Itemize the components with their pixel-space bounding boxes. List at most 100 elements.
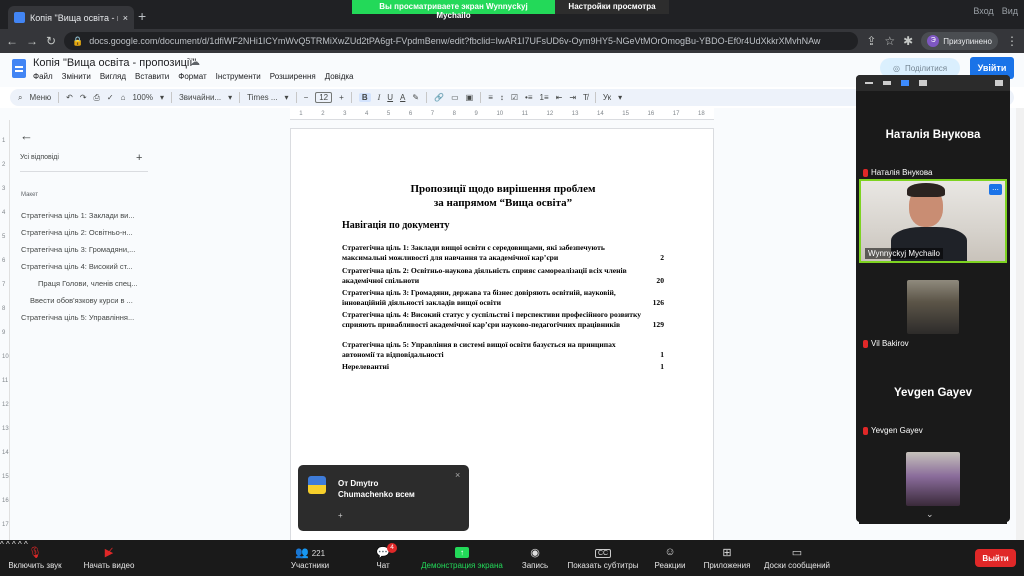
print-icon[interactable]: ⎙ — [94, 93, 100, 103]
toc-entry[interactable]: Стратегічна ціль 2: Освітньо-наукова дія… — [342, 266, 664, 286]
toc-entry[interactable]: Стратегічна ціль 5: Управління в системі… — [342, 340, 664, 360]
speaker-view-icon[interactable] — [901, 80, 909, 86]
menu-insert[interactable]: Вставити — [135, 72, 169, 81]
toc-entry[interactable]: Нерелевантні 1 — [342, 362, 664, 372]
bullet-list-icon[interactable]: •≡ — [525, 93, 532, 102]
paint-format-icon[interactable]: ⌂ — [121, 93, 126, 102]
toc-entry[interactable]: Стратегічна ціль 1: Заклади вищої освіти… — [342, 243, 664, 263]
outline-item[interactable]: Стратегічна ціль 4: Високий ст... — [21, 262, 149, 271]
numbered-list-icon[interactable]: 1≡ — [540, 93, 549, 102]
menu-help[interactable]: Довідка — [325, 72, 354, 81]
menu-view[interactable]: Вигляд — [100, 72, 126, 81]
style-select[interactable]: Звичайни... — [179, 93, 221, 102]
zoom-select[interactable]: 100% — [132, 93, 152, 102]
share-screen-button[interactable]: ↑ Демонстрация экрана — [417, 540, 507, 576]
outline-item[interactable]: Праця Голови, членів спец... — [38, 279, 156, 288]
spellcheck-icon[interactable]: ✓ — [107, 93, 114, 102]
browser-menu-icon[interactable]: ⋮ — [1006, 34, 1018, 48]
image-icon[interactable]: ▣ — [466, 93, 474, 102]
close-icon[interactable]: × — [455, 470, 460, 480]
reload-icon[interactable]: ↻ — [46, 34, 56, 48]
font-select[interactable]: Times ... — [247, 93, 277, 102]
comment-icon[interactable]: ▭ — [451, 93, 459, 102]
toc-entry-page: 1 — [660, 350, 664, 359]
menu-format[interactable]: Формат — [178, 72, 206, 81]
bold-button[interactable]: B — [358, 93, 371, 102]
align-icon[interactable]: ≡ — [488, 93, 493, 102]
redo-icon[interactable]: ↷ — [80, 93, 87, 102]
menu-extensions[interactable]: Розширення — [270, 72, 316, 81]
chevron-down-icon[interactable]: ⌄ — [926, 509, 934, 520]
show-captions-button[interactable]: CC Показать субтитры — [564, 540, 642, 576]
undo-icon[interactable]: ↶ — [66, 93, 73, 102]
unmute-button[interactable]: 🎙 Включить звук — [2, 540, 68, 576]
font-size-increase-icon[interactable]: + — [339, 93, 344, 102]
participant-tile[interactable]: Наталія Внукова Наталія Внукова — [859, 95, 1007, 179]
chat-notification[interactable]: От Dmytro Chumachenko всем × + — [298, 465, 469, 531]
profile-button[interactable]: Э Призупинено — [921, 32, 998, 50]
outline-item[interactable]: Ввести обов'язкову курси в ... — [30, 296, 148, 305]
reactions-button[interactable]: ☺ Реакции — [650, 540, 690, 576]
new-tab-button[interactable]: + — [138, 8, 146, 24]
fullscreen-icon[interactable] — [995, 80, 1003, 86]
more-options-icon[interactable]: ... — [989, 184, 1002, 195]
view-settings-button[interactable]: Настройки просмотра — [555, 0, 669, 14]
browser-tab[interactable]: Копія "Вища освіта - пропозиції" × — [8, 6, 134, 29]
toc-entry[interactable]: Стратегічна ціль 3: Громадяни, держава т… — [342, 288, 664, 308]
apps-button[interactable]: ⊞ Приложения — [700, 540, 754, 576]
leave-meeting-button[interactable]: Выйти — [975, 549, 1016, 567]
outline-all-replies[interactable]: Усі відповіді — [20, 154, 145, 161]
horizontal-ruler[interactable]: 1 2 3 4 5 6 7 8 9 10 11 12 13 14 15 16 1… — [290, 108, 714, 120]
window-control-view[interactable]: Вид — [1002, 6, 1018, 16]
forward-icon[interactable]: → — [26, 34, 38, 48]
link-icon[interactable]: 🔗 — [434, 93, 444, 102]
participant-tile[interactable]: Yevgen Gayev Yevgen Gayev — [859, 353, 1007, 437]
participants-button[interactable]: 👥 221 Участники — [282, 540, 338, 576]
indent-decrease-icon[interactable]: ⇤ — [556, 93, 563, 102]
tab-close-icon[interactable]: × — [123, 13, 128, 23]
globe-icon: ◎ — [892, 63, 900, 73]
highlight-icon[interactable]: ✎ — [412, 93, 419, 102]
indent-increase-icon[interactable]: ⇥ — [569, 93, 576, 102]
vertical-ruler[interactable]: 1 2 3 4 5 6 7 8 9 10 11 12 13 14 15 16 1… — [0, 120, 10, 540]
bookmark-star-icon[interactable]: ☆ — [884, 34, 895, 48]
outline-item[interactable]: Стратегічна ціль 2: Освітньо-н... — [21, 228, 149, 237]
start-video-button[interactable]: ▶̸ Начать видео — [76, 540, 142, 576]
scrollbar[interactable] — [1016, 108, 1024, 540]
font-size-input[interactable]: 12 — [315, 92, 333, 103]
outline-item[interactable]: Стратегічна ціль 5: Управління... — [21, 313, 149, 322]
record-button[interactable]: ◉ Запись — [515, 540, 555, 576]
font-size-decrease-icon[interactable]: − — [304, 93, 309, 102]
menu-tools[interactable]: Інструменти — [216, 72, 261, 81]
outline-item[interactable]: Стратегічна ціль 1: Заклади ви... — [21, 211, 149, 220]
toolbar-divider — [594, 92, 596, 103]
line-spacing-icon[interactable]: ↕ — [500, 93, 504, 102]
whiteboards-button[interactable]: ▭ Доски сообщений — [760, 540, 834, 576]
back-icon[interactable]: ← — [6, 34, 18, 48]
extensions-icon[interactable]: ✱ — [903, 34, 913, 48]
thumbnail-view-icon[interactable] — [883, 81, 891, 85]
search-icon[interactable]: ⌕ — [18, 93, 22, 103]
input-tools-button[interactable]: Ук — [603, 93, 611, 102]
docs-logo-icon[interactable] — [12, 59, 26, 78]
gallery-view-icon[interactable] — [919, 80, 927, 86]
minimize-icon[interactable] — [865, 82, 873, 84]
participant-tile-active-speaker[interactable]: ... Wynnyckyj Mychailo — [859, 179, 1007, 263]
outline-back-icon[interactable]: ← — [20, 128, 33, 143]
underline-button[interactable]: U — [387, 93, 393, 102]
italic-button[interactable]: I — [378, 93, 381, 102]
url-input[interactable]: 🔒 docs.google.com/document/d/1dfiWF2NHi1… — [64, 32, 859, 50]
document-title[interactable]: Копія "Вища освіта - пропозиції" — [33, 57, 196, 69]
participant-tile[interactable]: Vil Bakirov — [859, 266, 1007, 350]
outline-item[interactable]: Стратегічна ціль 3: Громадяни,... — [21, 245, 149, 254]
text-color-button[interactable]: A — [400, 93, 405, 102]
add-heading-icon[interactable]: + — [136, 152, 142, 164]
clear-formatting-icon[interactable]: T̸ — [583, 93, 588, 102]
menu-file[interactable]: Файл — [33, 72, 53, 81]
menu-edit[interactable]: Змінити — [62, 72, 91, 81]
checklist-icon[interactable]: ☑ — [511, 93, 518, 102]
share-page-icon[interactable]: ⇪ — [866, 34, 876, 48]
window-control-sign-in[interactable]: Вход — [973, 6, 993, 16]
toc-entry[interactable]: Стратегічна ціль 4: Високий статус у сус… — [342, 310, 664, 330]
menus-search[interactable]: Меню — [29, 93, 51, 102]
